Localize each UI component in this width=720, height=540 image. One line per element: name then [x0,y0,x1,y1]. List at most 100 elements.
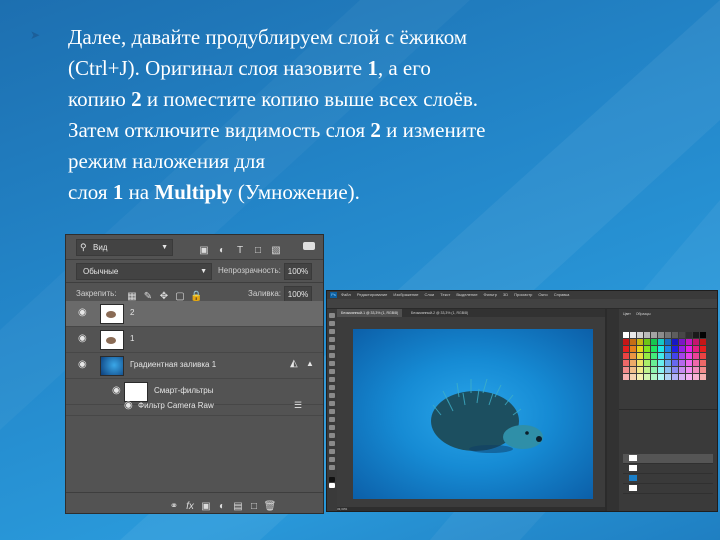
smart-object-filter-icon[interactable]: ▧ [270,245,282,257]
foreground-color-swatch[interactable] [329,477,335,482]
mini-layer-row[interactable] [623,484,713,494]
swatch-row [623,360,713,373]
swatch-row [623,367,713,380]
layer-row-camera-raw[interactable]: ◉ Фильтр Camera Raw ☰ [66,397,323,416]
crop-tool-icon[interactable] [329,345,335,350]
adjustment-filter-icon[interactable]: ◐ [216,245,228,257]
color-swatch[interactable] [623,374,629,380]
color-swatch[interactable] [665,374,671,380]
mini-layer-row[interactable] [623,474,713,484]
layer-row-1[interactable]: ◉ 1 [66,327,323,353]
quick-select-tool-icon[interactable] [329,337,335,342]
color-swatch[interactable] [644,374,650,380]
trash-icon[interactable]: 🗑 [262,500,278,514]
document-tabs: Безымянный-1 @ 33,3% (1, RGB/8) Безымянн… [337,309,605,317]
layer-name: Смарт-фильтры [154,386,214,395]
pixel-filter-icon[interactable]: ▣ [198,245,210,257]
eraser-tool-icon[interactable] [329,393,335,398]
menu-item[interactable]: Редактирование [357,292,387,297]
color-swatch[interactable] [637,374,643,380]
zoom-tool-icon[interactable] [329,465,335,470]
history-brush-tool-icon[interactable] [329,385,335,390]
filter-options-icon[interactable]: ☰ [294,399,302,411]
document-canvas[interactable] [353,329,593,499]
mini-layer-row[interactable] [623,464,713,474]
menu-item[interactable]: Справка [554,292,570,297]
layers-filter-bar: ⚲ Вид ▼ ▣ ◐ T □ ▧ [66,235,323,260]
eye-icon[interactable]: ◉ [124,400,133,412]
menu-item[interactable]: Выделение [456,292,477,297]
mini-layer-row[interactable] [623,454,713,464]
opacity-input[interactable]: 100% [284,263,312,280]
collapse-arrow-icon[interactable]: ▲ [306,358,314,370]
brush-tool-icon[interactable] [329,369,335,374]
blend-opacity-bar: Обычные ▼ Непрозрачность: 100% [66,260,323,283]
gradient-tool-icon[interactable] [329,401,335,406]
blend-mode-select[interactable]: Обычные ▼ [76,263,212,280]
path-select-tool-icon[interactable] [329,441,335,446]
pen-tool-icon[interactable] [329,425,335,430]
dodge-tool-icon[interactable] [329,417,335,422]
color-swatch[interactable] [693,374,699,380]
shape-tool-icon[interactable] [329,449,335,454]
layer-thumbnail [100,330,124,350]
menu-item[interactable]: Текст [440,292,450,297]
instruction-line-1: Далее, давайте продублируем слой с ёжико… [68,25,468,49]
color-swatch[interactable] [672,374,678,380]
adjustment-layer-icon[interactable]: ◐ [214,500,230,514]
eye-icon[interactable]: ◉ [78,307,87,319]
blur-tool-icon[interactable] [329,409,335,414]
move-tool-icon[interactable] [329,313,335,318]
new-layer-icon[interactable]: □ [246,500,262,514]
type-tool-icon[interactable] [329,433,335,438]
stamp-tool-icon[interactable] [329,377,335,382]
menu-item[interactable]: Изображение [393,292,418,297]
color-swatch[interactable] [679,374,685,380]
status-bar: 33,33% [337,507,605,511]
type-filter-icon[interactable]: T [234,245,246,257]
link-layers-icon[interactable]: ⚭ [166,500,182,514]
layer-row-gradient-fill[interactable]: ◉ Градиентная заливка 1 ◭ ▲ [66,353,323,379]
smart-object-badge-icon: ◭ [290,358,298,369]
color-swatch[interactable] [700,374,706,380]
layer-name: Фильтр Camera Raw [138,401,214,410]
color-swatch[interactable] [651,374,657,380]
layer-row-2[interactable]: ◉ 2 [66,301,323,327]
tab-swatches[interactable]: Образцы [636,312,651,316]
layer-kind-filter-select[interactable]: ⚲ Вид ▼ [76,239,173,256]
fill-label: Заливка: [248,289,282,298]
eye-icon[interactable]: ◉ [78,333,87,345]
fx-icon[interactable]: fx [182,500,198,514]
document-tab[interactable]: Безымянный-2 @ 33,3% (1, RGB/8) [407,309,472,317]
menu-item[interactable]: Слои [425,292,435,297]
zoom-level: 33,33% [337,507,348,511]
instruction-line-6: слоя 1 на Multiply (Умножение). [68,180,360,204]
background-color-swatch[interactable] [329,483,335,488]
color-swatch[interactable] [630,374,636,380]
hand-tool-icon[interactable] [329,457,335,462]
menu-item[interactable]: Фильтр [484,292,497,297]
color-swatch[interactable] [658,374,664,380]
tab-color[interactable]: Цвет [623,312,631,316]
color-swatch[interactable] [686,374,692,380]
menu-item[interactable]: Файл [341,292,351,297]
marquee-tool-icon[interactable] [329,321,335,326]
canvas-area [337,317,605,507]
opacity-label: Непрозрачность: [218,266,281,275]
chevron-down-icon: ▼ [200,268,207,275]
healing-tool-icon[interactable] [329,361,335,366]
filter-toggle-switch[interactable] [303,242,315,250]
menu-item[interactable]: 3D [503,292,508,297]
eyedropper-tool-icon[interactable] [329,353,335,358]
document-tab-active[interactable]: Безымянный-1 @ 33,3% (1, RGB/8) [337,309,403,317]
layer-thumbnail [100,304,124,324]
new-group-icon[interactable]: ▤ [230,500,246,514]
eye-icon[interactable]: ◉ [78,359,87,371]
menu-item[interactable]: Окно [538,292,547,297]
swatch-row [623,325,713,338]
lasso-tool-icon[interactable] [329,329,335,334]
shape-filter-icon[interactable]: □ [252,245,264,257]
eye-icon[interactable]: ◉ [112,385,121,397]
add-mask-icon[interactable]: ▣ [198,500,214,514]
menu-item[interactable]: Просмотр [514,292,532,297]
